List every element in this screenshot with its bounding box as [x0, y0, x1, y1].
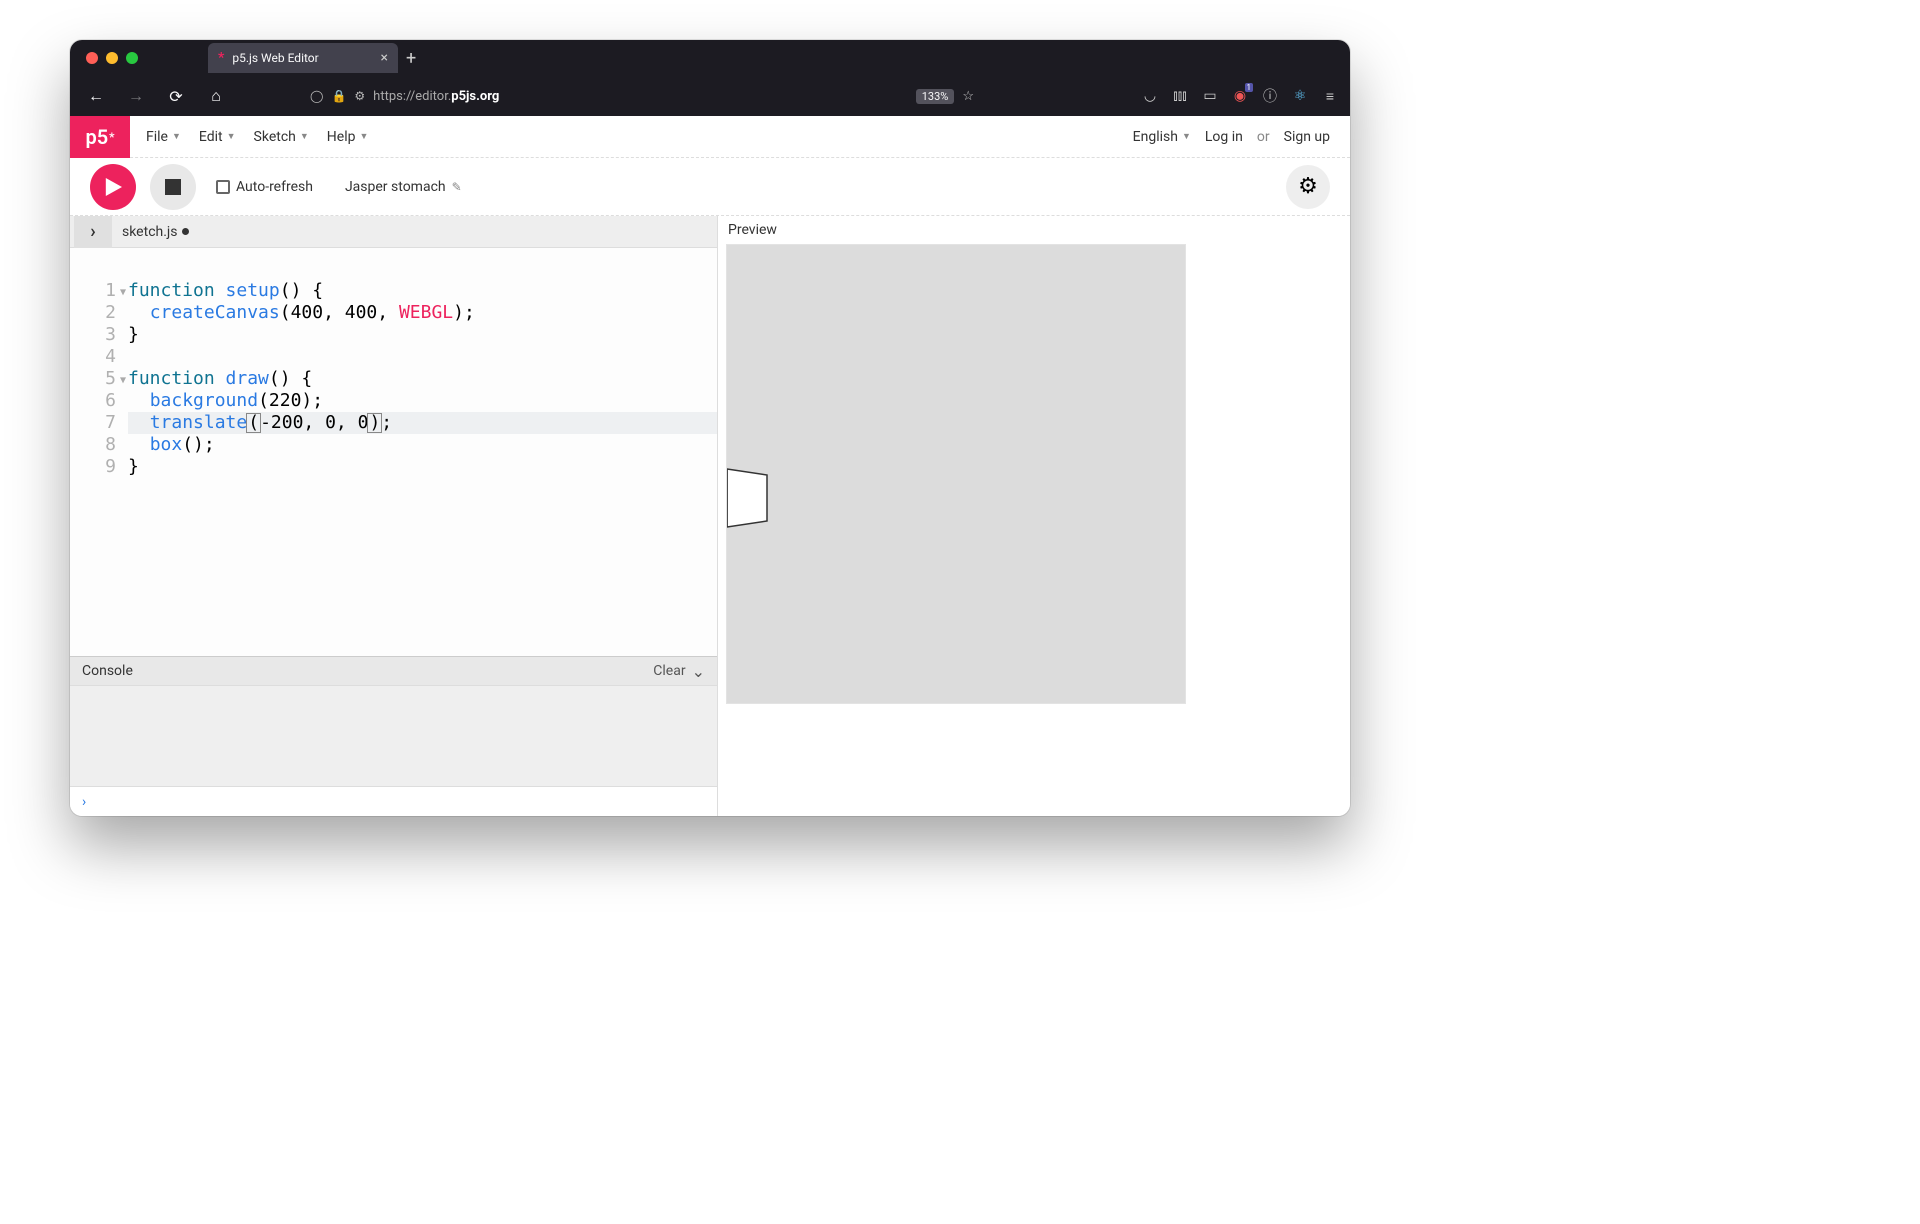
active-file[interactable]: sketch.js: [122, 224, 189, 240]
menu-edit[interactable]: Edit▼: [199, 129, 236, 145]
tab-favicon: *: [218, 50, 224, 66]
rendered-box: [726, 463, 777, 533]
zoom-indicator[interactable]: 133%: [916, 89, 955, 104]
toolbar-right: ◡ ⫾⫾⫾ ▭ ◉1 ⓘ ⚛ ≡: [1142, 88, 1338, 104]
or-text: or: [1257, 129, 1270, 145]
auto-refresh-label: Auto-refresh: [236, 179, 313, 195]
pencil-icon: ✎: [452, 180, 462, 194]
maximize-window-button[interactable]: [126, 52, 138, 64]
titlebar: * p5.js Web Editor × +: [70, 40, 1350, 76]
auto-refresh-toggle[interactable]: Auto-refresh: [216, 179, 313, 195]
pocket-icon[interactable]: ◡: [1142, 88, 1158, 104]
signup-link[interactable]: Sign up: [1284, 129, 1330, 145]
menu-bar: File▼ Edit▼ Sketch▼ Help▼: [130, 129, 384, 145]
controls-bar: Auto-refresh Jasper stomach ✎ ⚙: [70, 158, 1350, 216]
fold-icon[interactable]: ▼: [120, 370, 126, 392]
window-controls: [70, 52, 138, 64]
file-bar: › sketch.js: [70, 216, 717, 248]
reader-icon[interactable]: ▭: [1202, 88, 1218, 104]
bookmark-star-icon[interactable]: ☆: [962, 89, 974, 104]
unsaved-indicator-icon: [182, 228, 189, 235]
fold-icon[interactable]: ▼: [120, 282, 126, 304]
console-clear-button[interactable]: Clear ⌄: [653, 662, 705, 681]
sketch-name[interactable]: Jasper stomach ✎: [345, 179, 462, 195]
forward-button[interactable]: →: [122, 82, 150, 110]
home-button[interactable]: ⌂: [202, 82, 230, 110]
console-label: Console: [82, 663, 133, 679]
back-button[interactable]: ←: [82, 82, 110, 110]
workspace: › sketch.js 1▼ 2 3 4 5▼ 6 7: [70, 216, 1350, 816]
header-right: English▼ Log in or Sign up: [1133, 129, 1350, 145]
caret-down-icon: ▼: [359, 131, 368, 142]
console-header: Console Clear ⌄: [70, 656, 717, 686]
browser-window: * p5.js Web Editor × + ← → ⟳ ⌂ ◯ 🔒 ⚙ htt…: [70, 40, 1350, 816]
checkbox-icon: [216, 180, 230, 194]
code-body[interactable]: function setup() { createCanvas(400, 400…: [124, 280, 717, 656]
caret-down-icon: ▼: [172, 131, 181, 142]
extension-icon[interactable]: ◉1: [1232, 88, 1248, 104]
url-text: https://editor.p5js.org: [373, 89, 908, 104]
browser-tab[interactable]: * p5.js Web Editor ×: [208, 43, 398, 73]
line-gutter: 1▼ 2 3 4 5▼ 6 7 8 9: [70, 280, 124, 656]
minimize-window-button[interactable]: [106, 52, 118, 64]
gear-icon: ⚙: [1298, 174, 1318, 199]
permissions-icon: ⚙: [354, 89, 365, 103]
console-output[interactable]: [70, 686, 717, 786]
info-icon[interactable]: ⓘ: [1262, 88, 1278, 104]
close-window-button[interactable]: [86, 52, 98, 64]
tab-title: p5.js Web Editor: [232, 51, 318, 65]
login-link[interactable]: Log in: [1205, 129, 1243, 145]
menu-sketch[interactable]: Sketch▼: [254, 129, 309, 145]
reload-button[interactable]: ⟳: [162, 82, 190, 110]
console-input[interactable]: ›: [70, 786, 717, 816]
new-tab-button[interactable]: +: [406, 48, 416, 69]
play-icon: [104, 178, 122, 196]
url-bar[interactable]: ◯ 🔒 ⚙ https://editor.p5js.org 133% ☆: [302, 81, 982, 111]
play-button[interactable]: [90, 164, 136, 210]
preview-canvas[interactable]: [726, 244, 1186, 704]
stop-icon: [165, 179, 181, 195]
caret-down-icon: ▼: [227, 131, 236, 142]
code-editor[interactable]: 1▼ 2 3 4 5▼ 6 7 8 9 function setup() { c…: [70, 248, 717, 656]
preview-label: Preview: [726, 216, 1350, 244]
shield-icon: ◯: [310, 89, 323, 103]
preview-pane: Preview: [718, 216, 1350, 816]
chevron-down-icon: ⌄: [692, 662, 705, 681]
caret-down-icon: ▼: [1182, 131, 1191, 142]
menu-file[interactable]: File▼: [146, 129, 181, 145]
close-tab-button[interactable]: ×: [381, 50, 388, 66]
settings-button[interactable]: ⚙: [1286, 165, 1330, 209]
caret-down-icon: ▼: [300, 131, 309, 142]
stop-button[interactable]: [150, 164, 196, 210]
menu-icon[interactable]: ≡: [1322, 88, 1338, 104]
atom-icon[interactable]: ⚛: [1292, 88, 1308, 104]
app-header: p5* File▼ Edit▼ Sketch▼ Help▼ English▼ L…: [70, 116, 1350, 158]
library-icon[interactable]: ⫾⫾⫾: [1172, 88, 1188, 104]
p5-logo[interactable]: p5*: [70, 116, 130, 158]
browser-toolbar: ← → ⟳ ⌂ ◯ 🔒 ⚙ https://editor.p5js.org 13…: [70, 76, 1350, 116]
expand-files-button[interactable]: ›: [74, 216, 112, 248]
language-selector[interactable]: English▼: [1133, 129, 1191, 145]
lock-icon: 🔒: [331, 89, 346, 103]
p5-app: p5* File▼ Edit▼ Sketch▼ Help▼ English▼ L…: [70, 116, 1350, 816]
menu-help[interactable]: Help▼: [327, 129, 369, 145]
editor-pane: › sketch.js 1▼ 2 3 4 5▼ 6 7: [70, 216, 718, 816]
